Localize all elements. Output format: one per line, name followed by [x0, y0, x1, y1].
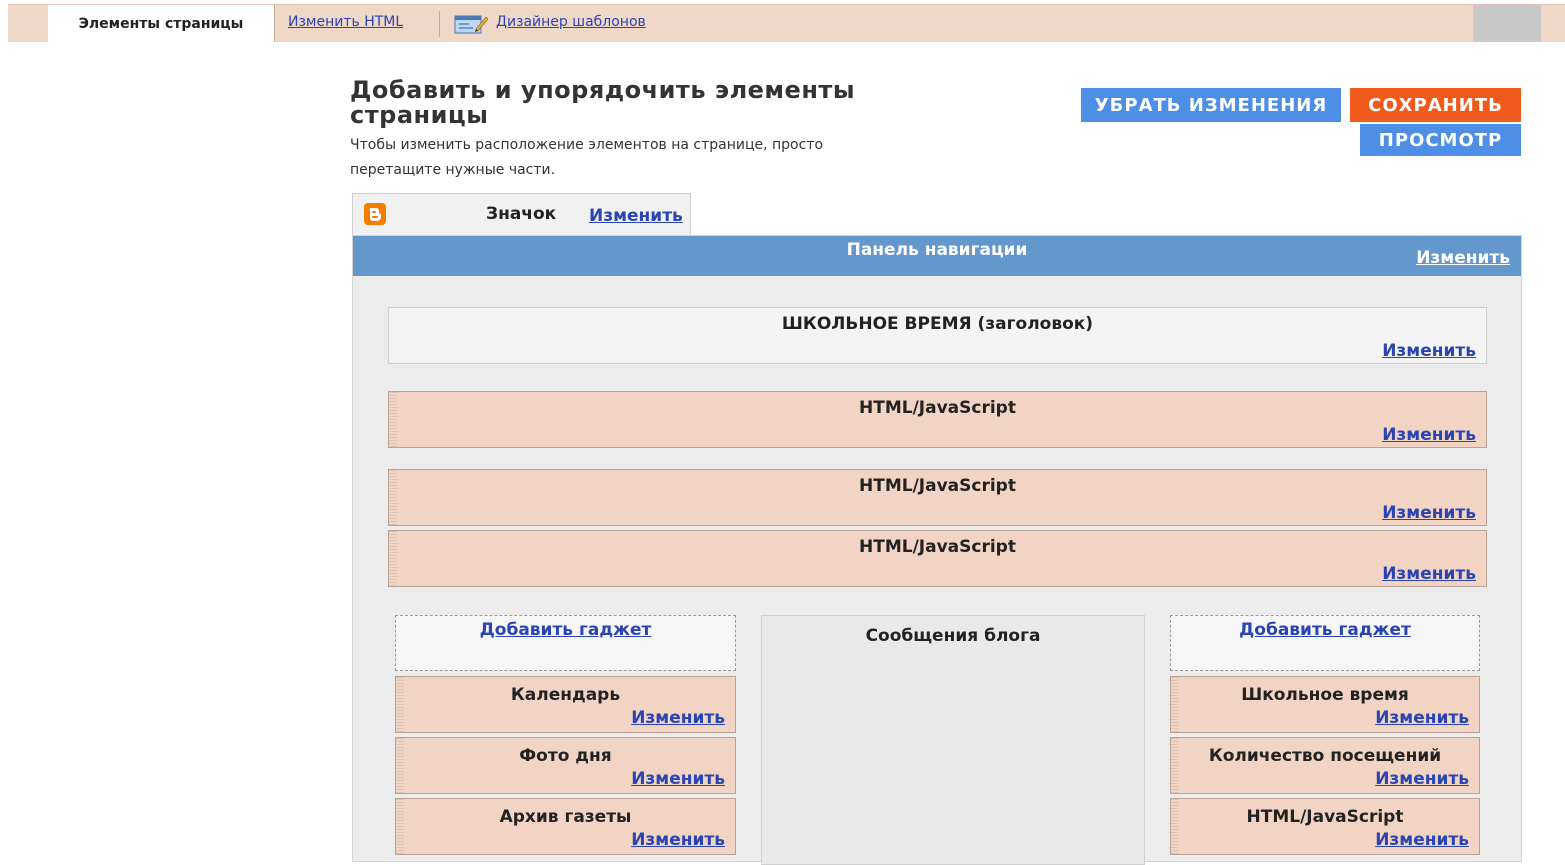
- widget-title: Количество посещений: [1208, 746, 1442, 766]
- navbar-edit-link[interactable]: Изменить: [1416, 248, 1510, 268]
- favicon-widget: Значок Изменить: [352, 193, 691, 236]
- tab-page-elements[interactable]: Элементы страницы: [48, 5, 275, 42]
- widget-title: HTML/JavaScript: [859, 537, 1016, 557]
- header-widget[interactable]: ШКОЛЬНОЕ ВРЕМЯ (заголовок) Изменить: [388, 307, 1487, 364]
- html-javascript-widget[interactable]: HTML/JavaScript Изменить: [388, 530, 1487, 587]
- photo-of-day-widget[interactable]: Фото дня Изменить: [395, 737, 736, 794]
- favicon-label: Значок: [486, 204, 557, 224]
- layout-editor: Панель навигации Изменить ШКОЛЬНОЕ ВРЕМЯ…: [352, 235, 1522, 865]
- widget-title: Сообщения блога: [865, 626, 1041, 646]
- page-title: Добавить и упорядочить элементы страницы: [350, 76, 856, 129]
- widget-edit-link[interactable]: Изменить: [631, 708, 725, 728]
- tab-template-designer[interactable]: Дизайнер шаблонов: [496, 14, 646, 30]
- add-gadget-right: Добавить гаджет: [1170, 615, 1480, 671]
- blog-posts-widget[interactable]: Сообщения блога: [761, 615, 1145, 865]
- add-gadget-link[interactable]: Добавить гаджет: [396, 620, 735, 640]
- navbar-widget: Панель навигации Изменить: [353, 236, 1521, 276]
- widget-edit-link[interactable]: Изменить: [1375, 769, 1469, 789]
- widget-edit-link[interactable]: Изменить: [1382, 503, 1476, 523]
- visit-counter-widget[interactable]: Количество посещений Изменить: [1170, 737, 1480, 794]
- widget-title: Архив газеты: [499, 807, 632, 827]
- favicon-edit-link[interactable]: Изменить: [589, 206, 683, 226]
- widget-edit-link[interactable]: Изменить: [1375, 830, 1469, 850]
- widget-edit-link[interactable]: Изменить: [1382, 341, 1476, 361]
- top-tab-bar: Элементы страницы Изменить HTML Дизайнер…: [8, 4, 1565, 42]
- blogger-icon: [364, 203, 386, 225]
- widget-title: Школьное время: [1241, 685, 1409, 705]
- html-javascript-widget[interactable]: HTML/JavaScript Изменить: [388, 469, 1487, 526]
- navbar-title: Панель навигации: [846, 240, 1028, 260]
- add-gadget-link[interactable]: Добавить гаджет: [1171, 620, 1479, 640]
- tab-separator: [439, 11, 440, 37]
- tab-edit-html[interactable]: Изменить HTML: [288, 14, 403, 30]
- revert-changes-button[interactable]: УБРАТЬ ИЗМЕНЕНИЯ: [1081, 88, 1341, 122]
- widget-edit-link[interactable]: Изменить: [1382, 564, 1476, 584]
- newspaper-archive-widget[interactable]: Архив газеты Изменить: [395, 798, 736, 855]
- widget-edit-link[interactable]: Изменить: [631, 830, 725, 850]
- topbar-right-panel: [1473, 5, 1541, 42]
- page-description: Чтобы изменить расположение элементов на…: [350, 137, 824, 178]
- widget-title: Календарь: [510, 685, 621, 705]
- school-time-widget[interactable]: Школьное время Изменить: [1170, 676, 1480, 733]
- add-gadget-left: Добавить гаджет: [395, 615, 736, 671]
- preview-button[interactable]: ПРОСМОТР: [1360, 124, 1521, 156]
- widget-edit-link[interactable]: Изменить: [1382, 425, 1476, 445]
- template-designer-icon: [454, 13, 489, 35]
- html-javascript-widget[interactable]: HTML/JavaScript Изменить: [1170, 798, 1480, 855]
- widget-title: HTML/JavaScript: [859, 476, 1016, 496]
- widget-edit-link[interactable]: Изменить: [1375, 708, 1469, 728]
- calendar-widget[interactable]: Календарь Изменить: [395, 676, 736, 733]
- widget-title: HTML/JavaScript: [1246, 807, 1404, 827]
- widget-title: Фото дня: [519, 746, 612, 766]
- save-button[interactable]: СОХРАНИТЬ: [1350, 88, 1521, 122]
- widget-edit-link[interactable]: Изменить: [631, 769, 725, 789]
- widget-title: HTML/JavaScript: [859, 398, 1016, 418]
- widget-title: ШКОЛЬНОЕ ВРЕМЯ (заголовок): [781, 314, 1094, 334]
- html-javascript-widget[interactable]: HTML/JavaScript Изменить: [388, 391, 1487, 448]
